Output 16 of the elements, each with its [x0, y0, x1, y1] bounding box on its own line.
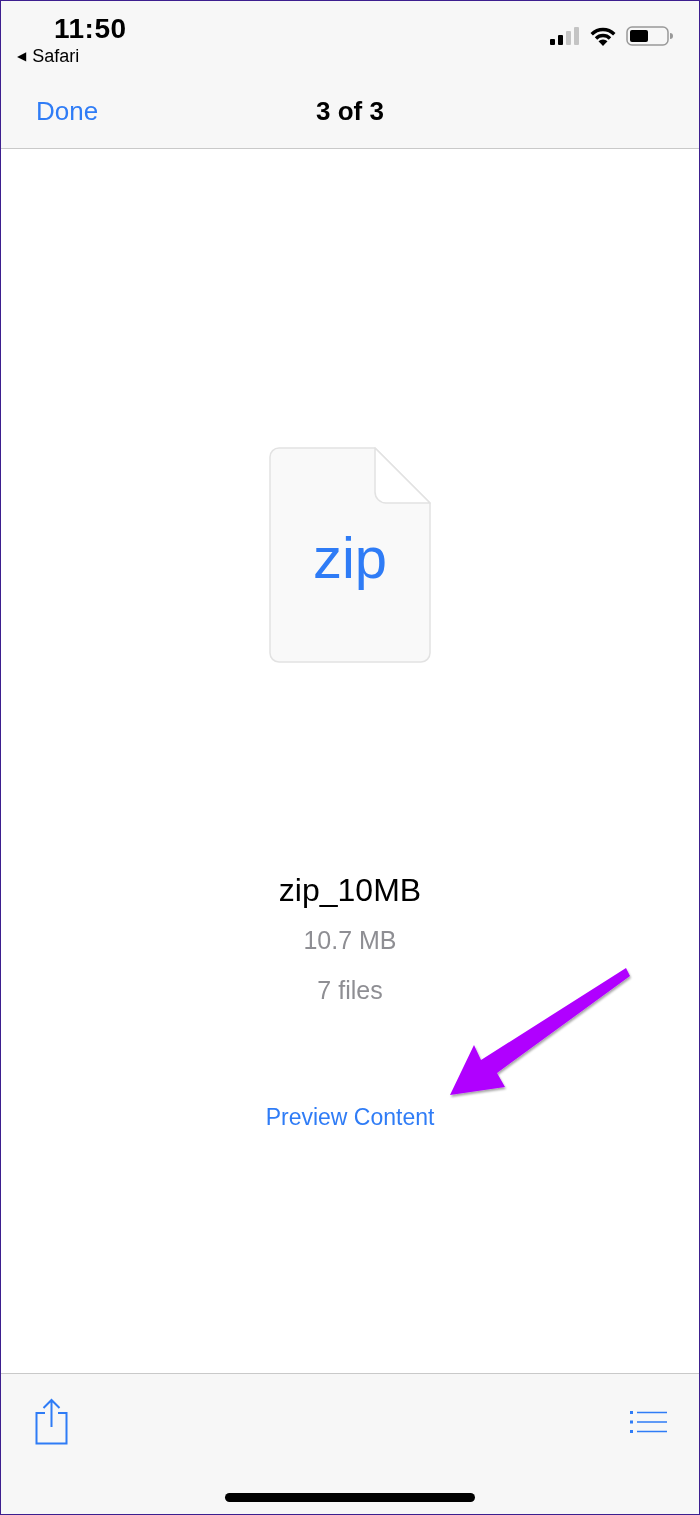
file-name: zip_10MB [278, 871, 422, 910]
file-size: 10.7 MB [303, 925, 397, 956]
cellular-signal-icon [550, 27, 580, 45]
done-button[interactable]: Done [36, 95, 99, 127]
preview-content-link[interactable]: Preview Content [265, 1102, 435, 1132]
status-time: 11:50 [54, 13, 127, 45]
wifi-icon [589, 26, 617, 46]
document-icon [269, 447, 431, 663]
back-to-app-link[interactable]: Safari [32, 45, 80, 67]
back-arrow[interactable]: ◀ [17, 45, 27, 67]
file-count: 7 files [317, 975, 383, 1006]
file-type-label: zip [312, 526, 388, 590]
share-icon[interactable] [35, 1398, 68, 1445]
battery-icon [626, 26, 674, 46]
list-icon[interactable] [630, 1410, 667, 1433]
page-counter-title: 3 of 3 [316, 95, 384, 127]
